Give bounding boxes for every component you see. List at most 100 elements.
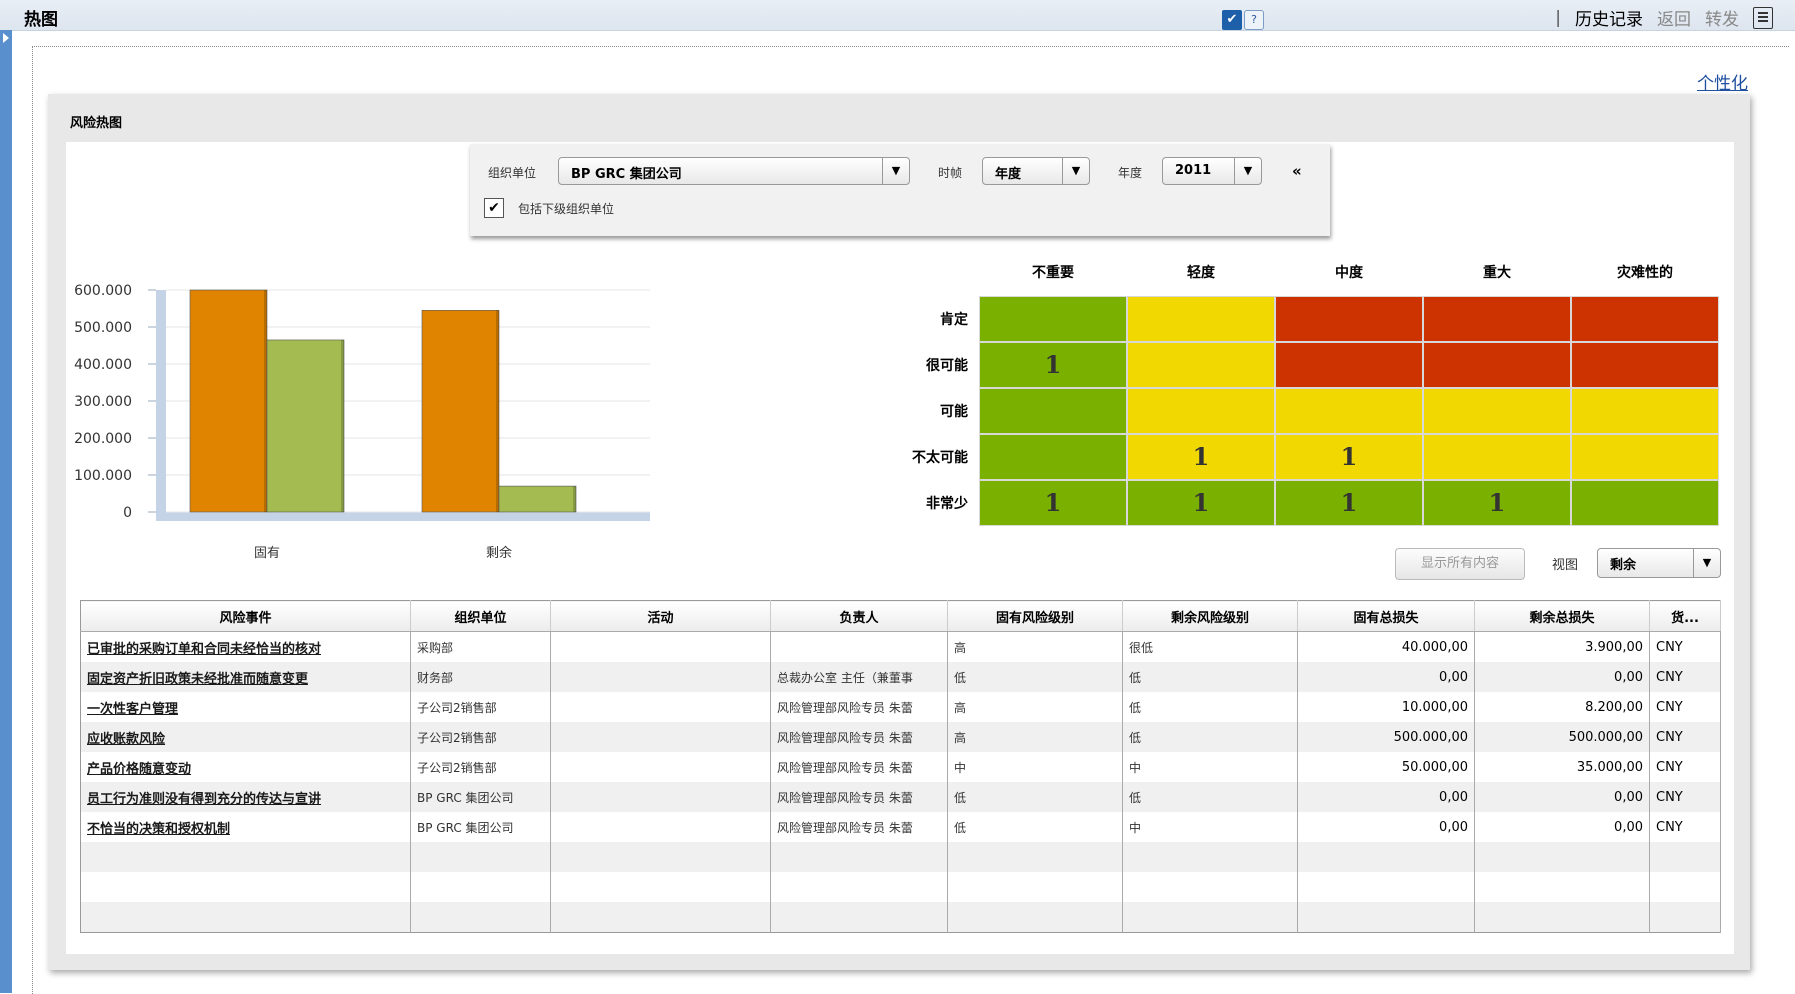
view-dropdown[interactable]: 剩余 ▼ bbox=[1597, 548, 1721, 578]
heatmap-cell[interactable] bbox=[1423, 434, 1571, 480]
heatmap-cell[interactable]: 1 bbox=[979, 342, 1127, 388]
help-icon[interactable]: ? bbox=[1244, 10, 1264, 30]
table-row[interactable] bbox=[80, 902, 1721, 933]
column-header[interactable]: 风险事件 bbox=[80, 600, 411, 632]
table-cell bbox=[80, 872, 411, 902]
show-all-button[interactable]: 显示所有内容 bbox=[1395, 548, 1525, 580]
include-sub-label: 包括下级组织单位 bbox=[518, 202, 615, 216]
chevron-down-icon[interactable]: ▼ bbox=[1062, 158, 1089, 184]
table-row[interactable]: 一次性客户管理 子公司2销售部 风险管理部风险专员 朱蕾高低 10.000,00 8.2… bbox=[80, 692, 1721, 722]
heatmap-cell[interactable]: 1 bbox=[1127, 434, 1275, 480]
collapse-filter-button[interactable]: « bbox=[1292, 162, 1302, 180]
heatmap-row-header: 不太可能 bbox=[912, 450, 968, 466]
year-label: 年度 bbox=[1118, 166, 1143, 180]
column-header[interactable]: 固有总损失 bbox=[1297, 600, 1475, 632]
heatmap-cell[interactable]: 1 bbox=[1275, 434, 1423, 480]
heatmap-cell[interactable] bbox=[1571, 296, 1719, 342]
table-cell bbox=[550, 752, 771, 782]
table-row[interactable]: 产品价格随意变动 子公司2销售部 风险管理部风险专员 朱蕾中中 50.000,00 35… bbox=[80, 752, 1721, 782]
column-header[interactable]: 固有风险级别 bbox=[947, 600, 1123, 632]
column-header[interactable]: 货... bbox=[1649, 600, 1721, 632]
bar bbox=[421, 310, 500, 513]
heatmap-cell[interactable] bbox=[1571, 480, 1719, 526]
heatmap-cell[interactable]: 1 bbox=[1423, 480, 1571, 526]
heatmap-cell[interactable] bbox=[1127, 388, 1275, 434]
year-dropdown[interactable]: 2011 ▼ bbox=[1162, 157, 1262, 185]
heatmap-cell[interactable] bbox=[1423, 388, 1571, 434]
table-row[interactable]: 已审批的采购订单和合同未经恰当的核对 采购部 高很低 40.000,00 3.900,0… bbox=[80, 631, 1721, 662]
table-row[interactable]: 应收账款风险 子公司2销售部 风险管理部风险专员 朱蕾高低 500.000,00 500… bbox=[80, 722, 1721, 752]
column-header[interactable]: 组织单位 bbox=[410, 600, 551, 632]
y-tick-label: 600.000 bbox=[74, 283, 132, 299]
table-cell: 风险管理部风险专员 朱蕾 bbox=[770, 752, 948, 782]
table-row[interactable]: 不恰当的决策和授权机制 BP GRC 集团公司 风险管理部风险专员 朱蕾低中 0,00… bbox=[80, 812, 1721, 842]
table-cell bbox=[1649, 842, 1721, 872]
forward-link[interactable]: 转发 bbox=[1705, 5, 1739, 30]
heatmap-row-header: 很可能 bbox=[926, 358, 968, 374]
loss-bar-chart: 600.000 500.000 400.000 300.000 200.000 100.0… bbox=[74, 283, 650, 561]
document-icon[interactable] bbox=[1753, 6, 1773, 29]
column-header[interactable]: 活动 bbox=[550, 600, 771, 632]
table-row[interactable]: 固定资产折旧政策未经批准而随意变更 财务部 总裁办公室 主任（兼董事低低 0,00 0,… bbox=[80, 662, 1721, 692]
heatmap-cell[interactable] bbox=[1275, 342, 1423, 388]
y-tick-label: 0 bbox=[123, 505, 132, 521]
bar-shade bbox=[264, 290, 267, 512]
table-cell bbox=[1122, 872, 1298, 902]
chevron-down-icon[interactable]: ▼ bbox=[1234, 158, 1261, 184]
heatmap-cell[interactable] bbox=[1127, 342, 1275, 388]
heatmap-cell[interactable] bbox=[1423, 342, 1571, 388]
include-sub-checkbox[interactable]: ✔ bbox=[484, 198, 504, 218]
expand-arrow-icon[interactable] bbox=[3, 33, 9, 43]
history-link[interactable]: 历史记录 bbox=[1575, 5, 1643, 30]
risk-event-link[interactable]: 不恰当的决策和授权机制 bbox=[80, 812, 411, 842]
table-row[interactable] bbox=[80, 842, 1721, 872]
column-header[interactable]: 负责人 bbox=[770, 600, 948, 632]
table-cell: CNY bbox=[1649, 752, 1721, 782]
personalize-link[interactable]: 个性化 bbox=[1697, 69, 1748, 94]
timeframe-dropdown[interactable]: 年度 ▼ bbox=[982, 157, 1090, 185]
risk-event-link[interactable]: 员工行为准则没有得到充分的传达与宣讲 bbox=[80, 782, 411, 812]
view-dropdown-value: 剩余 bbox=[1610, 558, 1637, 573]
chevron-down-icon[interactable]: ▼ bbox=[1693, 549, 1720, 577]
heatmap-cell[interactable] bbox=[1423, 296, 1571, 342]
table-cell: 子公司2销售部 bbox=[410, 752, 551, 782]
table-row[interactable] bbox=[80, 872, 1721, 902]
table-cell: 40.000,00 bbox=[1297, 631, 1475, 662]
column-header[interactable]: 剩余总损失 bbox=[1474, 600, 1650, 632]
bar bbox=[266, 339, 345, 513]
risk-event-link[interactable]: 应收账款风险 bbox=[80, 722, 411, 752]
heatmap-column-header: 灾难性的 bbox=[1617, 265, 1673, 281]
chevron-down-icon[interactable]: ▼ bbox=[882, 158, 909, 184]
heatmap-cell[interactable] bbox=[1275, 388, 1423, 434]
back-link[interactable]: 返回 bbox=[1657, 5, 1691, 30]
heatmap-cell[interactable] bbox=[1571, 388, 1719, 434]
org-dropdown[interactable]: BP GRC 集团公司 ▼ bbox=[558, 157, 910, 185]
heatmap-cell[interactable] bbox=[1571, 342, 1719, 388]
table-cell: 0,00 bbox=[1297, 782, 1475, 812]
table-cell bbox=[550, 902, 771, 933]
risk-event-link[interactable]: 固定资产折旧政策未经批准而随意变更 bbox=[80, 662, 411, 692]
table-row[interactable]: 员工行为准则没有得到充分的传达与宣讲 BP GRC 集团公司 风险管理部风险专员 朱… bbox=[80, 782, 1721, 812]
heatmap-cell[interactable]: 1 bbox=[979, 480, 1127, 526]
divider: | bbox=[1555, 7, 1561, 28]
table-cell: 低 bbox=[947, 662, 1123, 692]
heatmap-cell[interactable] bbox=[979, 434, 1127, 480]
risk-event-link[interactable]: 已审批的采购订单和合同未经恰当的核对 bbox=[80, 631, 411, 662]
heatmap-cell[interactable]: 1 bbox=[1127, 480, 1275, 526]
risk-event-link[interactable]: 产品价格随意变动 bbox=[80, 752, 411, 782]
table-cell: 35.000,00 bbox=[1474, 752, 1650, 782]
heatmap-cell[interactable] bbox=[979, 388, 1127, 434]
heatmap-cell[interactable] bbox=[1275, 296, 1423, 342]
table-cell bbox=[410, 842, 551, 872]
heatmap-cell[interactable] bbox=[1571, 434, 1719, 480]
table-cell bbox=[947, 842, 1123, 872]
column-header[interactable]: 剩余风险级别 bbox=[1122, 600, 1298, 632]
heatmap-cell[interactable] bbox=[979, 296, 1127, 342]
table-cell bbox=[1474, 872, 1650, 902]
flag-icon[interactable]: ✔ bbox=[1222, 10, 1242, 30]
heatmap-cell[interactable]: 1 bbox=[1275, 480, 1423, 526]
risk-event-link[interactable]: 一次性客户管理 bbox=[80, 692, 411, 722]
heatmap-cell[interactable] bbox=[1127, 296, 1275, 342]
table-cell: CNY bbox=[1649, 631, 1721, 662]
navigation-toggle-bar[interactable] bbox=[0, 30, 12, 993]
